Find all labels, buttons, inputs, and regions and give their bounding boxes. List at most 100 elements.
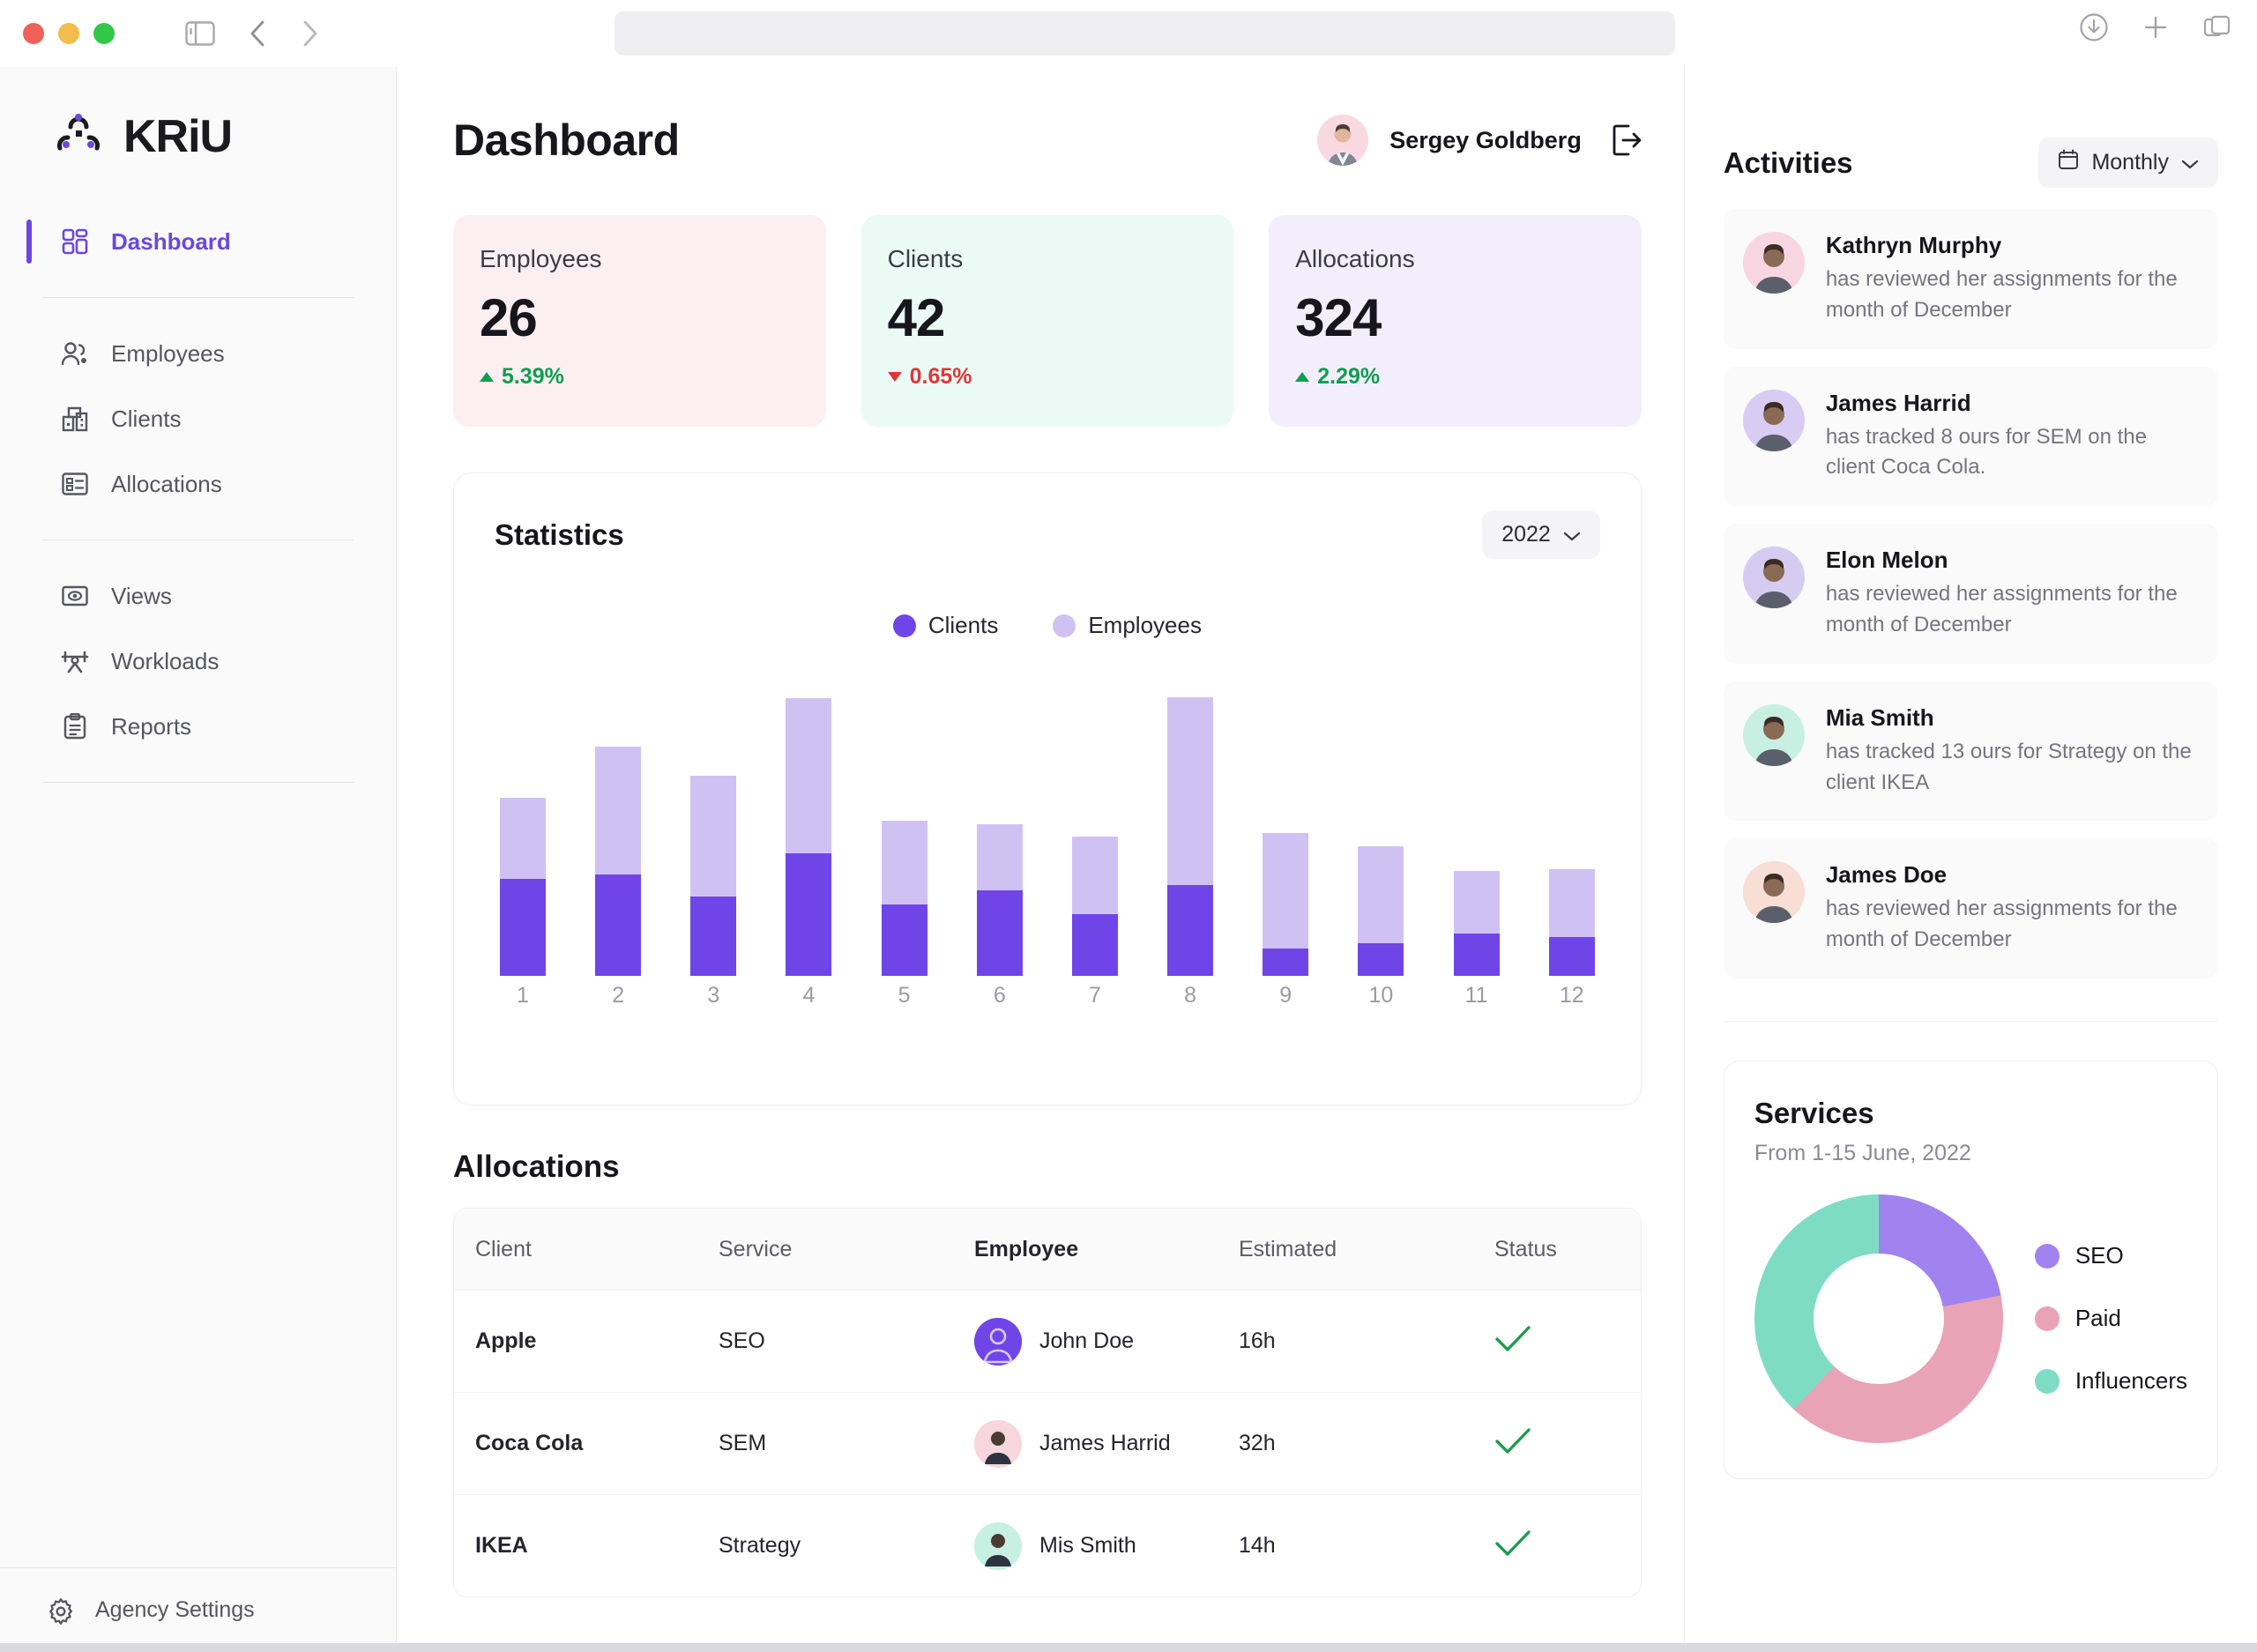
table-row[interactable]: IKEA Strategy Mis Smith 14h [454,1494,1641,1596]
x-axis-tick-label: 12 [1559,983,1584,1008]
bar-segment-employees [595,746,642,874]
sidebar-item-label: Dashboard [111,227,231,255]
cell-client: Apple [475,1328,537,1353]
legend-swatch [2034,1306,2060,1331]
kpi-delta-value: 0.65% [909,364,972,389]
activity-item[interactable]: Kathryn Murphy has reviewed her assignmen… [1723,209,2218,349]
year-select[interactable]: 2022 [1482,510,1600,559]
legend-item-employees: Employees [1053,612,1202,639]
kpi-label: Allocations [1295,245,1415,272]
app-root: KRiU Dashboard Employees Clients Allocat… [0,67,2257,1652]
kpi-cards: Employees 26 5.39% Clients 42 0.65% Allo… [453,215,1642,427]
column-header-client: Client [475,1236,532,1261]
services-legend-item: Influencers [2034,1367,2187,1395]
activity-item[interactable]: Elon Melon has reviewed her assignments f… [1723,524,2218,664]
bar-segment-employees [881,821,927,905]
sidebar-icon[interactable] [185,21,215,46]
bar-segment-employees [1167,696,1214,886]
plus-icon[interactable] [2141,12,2171,42]
x-axis-tick-label: 3 [707,983,720,1008]
chevron-right-icon[interactable] [300,19,321,48]
app-logo[interactable]: KRiU [0,67,396,163]
activity-item[interactable]: James Harrid has tracked 8 ours for SEM o… [1723,366,2218,507]
gear-icon [46,1596,76,1626]
bar-column [976,823,1023,976]
app-logo-text: KRiU [123,110,233,162]
close-window-button[interactable] [23,23,44,44]
sidebar-item-label: Employees [111,339,225,367]
sidebar-item-agency-settings[interactable]: Agency Settings [0,1567,396,1652]
table-row[interactable]: Apple SEO John Doe 16h [454,1290,1641,1392]
buildings-icon [60,404,90,434]
activities-period-select[interactable]: Monthly [2038,138,2218,188]
activity-item[interactable]: Mia Smith has tracked 13 ours for Strateg… [1723,681,2218,822]
x-axis-tick-label: 10 [1368,983,1394,1008]
kpi-value: 324 [1295,288,1382,347]
cell-status [1494,1528,1641,1565]
chevron-down-icon [2181,150,2199,175]
bar-segment-clients [976,889,1023,976]
activities-header: Activities Monthly [1724,67,2218,188]
avatar [1742,861,1805,924]
activity-item[interactable]: James Doe has reviewed her assignments fo… [1723,838,2218,979]
logout-icon[interactable] [1612,123,1642,157]
rail-divider [1723,1020,2218,1022]
x-axis-tick-label: 11 [1464,983,1488,1008]
cell-estimated: 16h [1239,1328,1276,1353]
bar-segment-employees [1453,870,1500,934]
activities-list: Kathryn Murphy has reviewed her assignmen… [1723,209,2218,996]
sidebar-item-label: Reports [111,712,192,740]
tabs-overview-icon[interactable] [2202,12,2232,42]
address-bar[interactable] [615,11,1675,56]
activity-name: Kathryn Murphy [1825,232,2002,258]
avatar [974,1419,1022,1468]
avatar [974,1522,1022,1570]
bar-column [500,798,546,976]
main-content: Dashboard Sergey Goldberg Employees 26 5… [397,67,1684,1652]
user-menu[interactable]: Sergey Goldberg [1317,115,1642,166]
kpi-card-allocations[interactable]: Allocations 324 2.29% [1269,215,1642,427]
user-name: Sergey Goldberg [1389,126,1582,153]
kpi-delta-value: 5.39% [502,364,564,389]
sidebar-item-clients[interactable]: Clients [16,386,380,451]
bar-segment-clients [1358,943,1404,976]
kpi-card-clients[interactable]: Clients 42 0.65% [860,215,1234,427]
minimize-window-button[interactable] [58,23,79,44]
sidebar-item-allocations[interactable]: Allocations [16,451,380,517]
bar-segment-clients [786,852,832,976]
bar-segment-employees [1358,846,1404,944]
legend-label: Clients [927,612,999,638]
sidebar-item-workloads[interactable]: Workloads [16,629,380,694]
maximize-window-button[interactable] [93,23,115,44]
legend-item-clients: Clients [892,612,999,639]
chevron-left-icon[interactable] [247,19,268,48]
bar-segment-clients [1453,934,1500,976]
check-icon [1494,1425,1531,1462]
activity-text: has reviewed her assignments for the mon… [1825,582,2178,636]
eye-icon [60,581,90,611]
x-axis-labels: 1 2 3 4 5 6 7 8 9 10 11 12 [495,983,1600,1031]
table-row[interactable]: Coca Cola SEM James Harrid 32h [454,1392,1641,1494]
activity-name: Mia Smith [1825,703,1934,731]
sidebar-item-reports[interactable]: Reports [16,694,380,759]
avatar [1742,389,1805,451]
employee-name: Mis Smith [1039,1533,1136,1558]
kpi-delta: 5.39% [480,364,826,390]
sidebar-divider-1 [42,297,354,298]
statistics-card: Statistics 2022 Clients Employees 1 2 3 … [453,473,1642,1105]
sidebar-item-label: Views [111,582,172,609]
kpi-label: Clients [887,245,964,272]
bar-segment-clients [1071,914,1118,976]
sidebar-item-dashboard[interactable]: Dashboard [16,209,380,274]
services-card: Services From 1-15 June, 2022 SEO Paid Inf… [1723,1060,2218,1479]
clipboard-icon [60,711,90,741]
download-icon[interactable] [2079,12,2109,42]
allocations-table: Client Service Employee Estimated Status… [453,1208,1642,1597]
kpi-card-employees[interactable]: Employees 26 5.39% [453,215,826,427]
kpi-value: 26 [480,288,538,347]
sidebar-item-views[interactable]: Views [16,563,380,629]
employee-name: James Harrid [1039,1431,1171,1455]
avatar [974,1317,1022,1366]
trend-down-icon [887,372,902,382]
sidebar-item-employees[interactable]: Employees [16,321,380,386]
